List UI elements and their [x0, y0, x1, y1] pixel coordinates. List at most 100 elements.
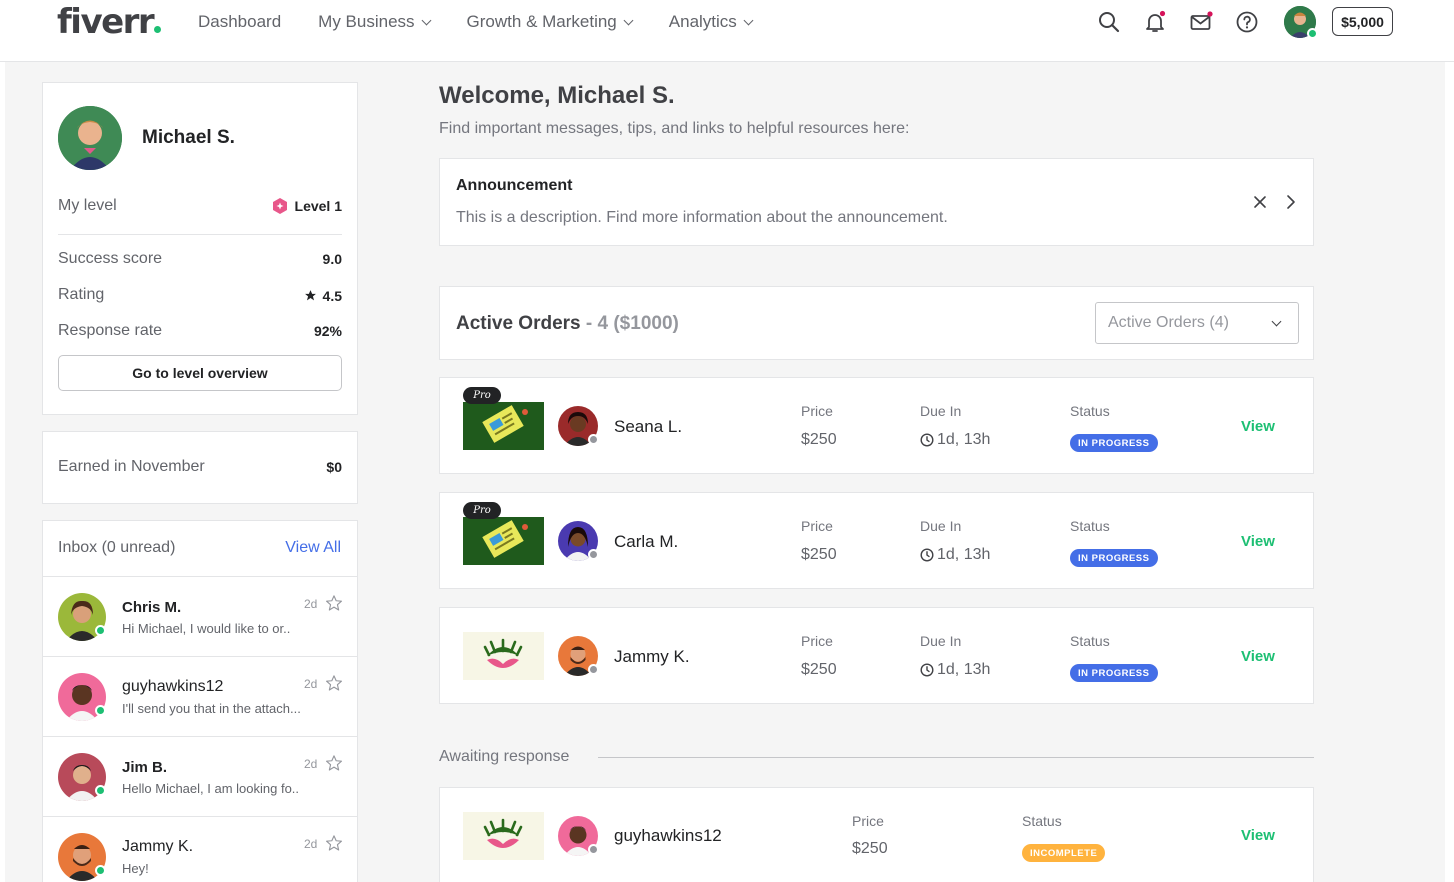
online-status-dot [95, 625, 106, 636]
status-label: Status [1070, 403, 1110, 419]
order-row: Jammy K. Price $250 Due In 1d, 13h Statu… [439, 607, 1314, 704]
order-price: $250 [801, 431, 837, 448]
status-badge: IN PROGRESS [1070, 549, 1158, 567]
active-orders-header: Active Orders - 4 ($1000) Active Orders … [439, 286, 1314, 360]
gig-thumbnail[interactable] [463, 812, 544, 860]
nav-dashboard[interactable]: Dashboard [198, 12, 281, 32]
order-due: 1d, 13h [937, 431, 991, 448]
inbox-view-all-link[interactable]: View All [285, 539, 341, 557]
inbox-item[interactable]: Jammy K. Hey! 2d [43, 816, 357, 882]
chevron-down-icon [1271, 316, 1282, 327]
active-orders-title: Active Orders - 4 ($1000) [456, 313, 679, 334]
chevron-down-icon [743, 15, 754, 25]
online-status-dot [95, 865, 106, 876]
success-score-label: Success score [58, 250, 163, 267]
success-score-value: 9.0 [322, 251, 342, 267]
chevron-right-icon[interactable] [1283, 194, 1299, 210]
profile-avatar[interactable] [58, 106, 122, 170]
inbox-time: 2d [304, 757, 318, 771]
earnings-card: Earned in November $0 [42, 431, 358, 504]
offline-status-dot [588, 434, 599, 445]
offline-status-dot [588, 844, 599, 855]
logo-dot [154, 26, 162, 33]
nav-growth-marketing[interactable]: Growth & Marketing [467, 12, 634, 32]
inbox-sender: Jim B. [122, 759, 168, 776]
inbox-item[interactable]: Jim B. Hello Michael, I am looking fo.. … [43, 736, 357, 816]
inbox-item[interactable]: guyhawkins12 I'll send you that in the a… [43, 656, 357, 736]
search-icon[interactable] [1097, 10, 1121, 34]
offline-status-dot [588, 664, 599, 675]
online-status-dot [1307, 28, 1318, 39]
inbox-sender: Jammy K. [122, 838, 194, 855]
view-order-link[interactable]: View [1241, 418, 1275, 435]
rating-value: 4.5 [322, 288, 342, 304]
chevron-down-icon [421, 15, 431, 25]
welcome-subtitle: Find important messages, tips, and links… [439, 120, 910, 137]
inbox-preview: Hey! [122, 861, 149, 876]
chevron-down-icon [623, 15, 634, 25]
online-status-dot [95, 785, 106, 796]
order-buyer-name: Seana L. [614, 417, 683, 436]
order-buyer-name: Carla M. [614, 532, 679, 551]
price-label: Price [852, 813, 884, 829]
price-label: Price [801, 518, 833, 534]
order-price: $250 [801, 661, 837, 678]
gig-thumbnail[interactable] [463, 402, 544, 450]
star-outline-icon[interactable] [325, 834, 343, 852]
gig-thumbnail[interactable] [463, 517, 544, 565]
status-badge: INCOMPLETE [1022, 844, 1106, 862]
help-icon[interactable] [1235, 10, 1259, 34]
close-icon[interactable] [1252, 194, 1268, 210]
inbox-item[interactable]: Chris M. Hi Michael, I would like to or.… [43, 576, 357, 656]
nav-analytics[interactable]: Analytics [669, 12, 754, 32]
announcement-card: Announcement This is a description. Find… [439, 158, 1314, 246]
pro-badge: Pro [463, 502, 501, 519]
announcement-title: Announcement [456, 177, 573, 194]
star-outline-icon[interactable] [325, 594, 343, 612]
earnings-label: Earned in November [58, 458, 205, 475]
mail-icon[interactable] [1189, 10, 1213, 34]
view-order-link[interactable]: View [1241, 648, 1275, 665]
welcome-title: Welcome, Michael S. [439, 82, 675, 109]
my-level-label: My level [58, 197, 117, 214]
inbox-sender: Chris M. [122, 599, 182, 616]
star-outline-icon[interactable] [325, 674, 343, 692]
inbox-preview: Hello Michael, I am looking fo.. [122, 781, 300, 796]
due-in-label: Due In [920, 518, 962, 534]
rating-label: Rating [58, 286, 105, 303]
level-overview-button[interactable]: Go to level overview [58, 355, 342, 391]
clock-icon [920, 663, 934, 677]
level-value: Level 1 [294, 198, 342, 214]
awaiting-response-title: Awaiting response [439, 748, 570, 765]
clock-icon [920, 433, 934, 447]
profile-card: Michael S. My level Level 1 Success scor… [42, 82, 358, 415]
clock-icon [920, 548, 934, 562]
profile-name: Michael S. [142, 127, 235, 148]
order-row: Pro Seana L. Price $250 Due In 1d, 13h S… [439, 377, 1314, 474]
balance-button[interactable]: $5,000 [1332, 7, 1393, 36]
bell-icon[interactable] [1143, 10, 1167, 34]
order-buyer-name: guyhawkins12 [614, 826, 722, 845]
online-status-dot [95, 705, 106, 716]
orders-filter-select[interactable]: Active Orders (4) [1095, 302, 1299, 344]
nav-my-business[interactable]: My Business [318, 12, 431, 32]
view-order-link[interactable]: View [1241, 533, 1275, 550]
star-outline-icon[interactable] [325, 754, 343, 772]
active-orders-count: - 4 ($1000) [585, 313, 679, 334]
inbox-title: Inbox (0 unread) [58, 539, 176, 556]
inbox-time: 2d [304, 837, 318, 851]
inbox-preview: I'll send you that in the attach... [122, 701, 301, 716]
price-label: Price [801, 633, 833, 649]
section-divider [598, 757, 1314, 758]
inbox-time: 2d [304, 677, 318, 691]
order-due: 1d, 13h [937, 661, 991, 678]
earnings-value: $0 [326, 459, 342, 475]
order-due: 1d, 13h [937, 546, 991, 563]
status-label: Status [1070, 518, 1110, 534]
order-price: $250 [852, 840, 888, 857]
view-order-link[interactable]: View [1241, 827, 1275, 844]
gig-thumbnail[interactable] [463, 632, 544, 680]
fiverr-logo[interactable]: fiverr [57, 2, 162, 42]
inbox-sender: guyhawkins12 [122, 678, 224, 695]
awaiting-order-row: guyhawkins12 Price $250 Status INCOMPLET… [439, 787, 1314, 882]
